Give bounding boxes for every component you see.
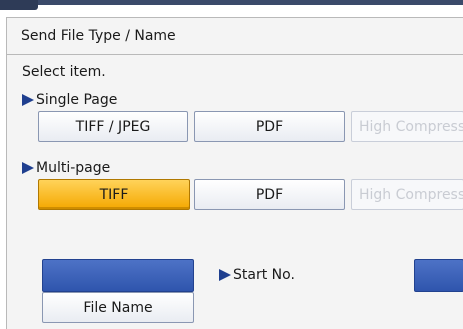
start-no-section-label: Start No. bbox=[219, 267, 295, 283]
multi-page-label: Multi-page bbox=[36, 160, 111, 176]
single-page-section-label: Single Page bbox=[22, 92, 117, 108]
multi-page-high-compression-button[interactable]: High Compression bbox=[351, 179, 463, 210]
start-no-value-field[interactable] bbox=[414, 259, 463, 292]
single-page-tiff-jpeg-button[interactable]: TIFF / JPEG bbox=[38, 111, 188, 142]
top-bar-strip bbox=[0, 0, 463, 5]
single-page-label: Single Page bbox=[36, 92, 118, 108]
multi-page-tiff-button[interactable]: TIFF bbox=[38, 179, 190, 210]
file-name-button[interactable]: File Name bbox=[42, 292, 194, 323]
start-no-label: Start No. bbox=[233, 267, 295, 283]
file-name-value-field[interactable] bbox=[42, 259, 194, 292]
single-page-high-compression-button[interactable]: High Compression bbox=[351, 111, 463, 142]
content-panel: Select item. Single Page TIFF / JPEG PDF… bbox=[6, 55, 463, 329]
screen-title: Send File Type / Name bbox=[21, 28, 176, 44]
single-page-pdf-button[interactable]: PDF bbox=[194, 111, 345, 142]
top-bar-notch bbox=[0, 0, 38, 10]
screen-header: Send File Type / Name bbox=[6, 17, 463, 55]
multi-page-pdf-button[interactable]: PDF bbox=[194, 179, 345, 210]
top-bar bbox=[0, 0, 463, 16]
right-triangle-icon bbox=[22, 162, 34, 174]
right-triangle-icon bbox=[219, 269, 231, 281]
instruction-text: Select item. bbox=[22, 64, 106, 80]
multi-page-section-label: Multi-page bbox=[22, 160, 110, 176]
right-triangle-icon bbox=[22, 94, 34, 106]
